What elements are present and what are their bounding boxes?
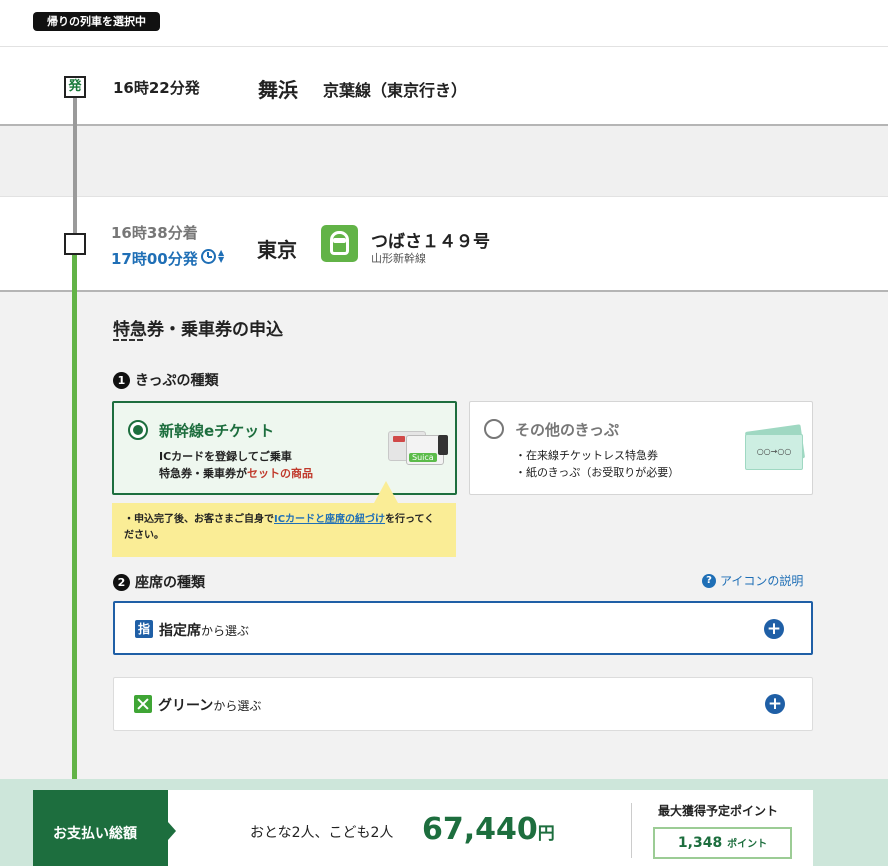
step1-label: 1 きっぷの種類 <box>113 370 218 390</box>
other-ticket-radio[interactable] <box>484 419 504 439</box>
other-ticket-desc-2: ・紙のきっぷ（お受取りが必要） <box>515 466 680 479</box>
transfer-marker <box>64 233 86 255</box>
step2-label: 2 座席の種類 <box>113 572 205 592</box>
paper-ticket-icon: ○○→○○ <box>743 424 806 472</box>
payment-total-label: お支払い総額 <box>33 790 176 866</box>
eticket-notice: ・申込完了後、お客さまご自身でICカードと座席の紐づけを行ってください。 <box>112 481 456 557</box>
reserved-seat-label: 指定席から選ぶ <box>159 623 250 639</box>
reserved-seat-icon: 指 <box>135 620 153 638</box>
arrival-time: 16時38分着 <box>111 224 198 242</box>
ic-link[interactable]: ICカードと座席の紐づけ <box>274 514 385 525</box>
return-train-badge: 帰りの列車を選択中 <box>33 12 160 31</box>
departure-marker: 発 <box>64 76 86 98</box>
eticket-desc-2: 特急券・乗車券がセットの商品 <box>159 467 313 480</box>
section-title: 特急券・乗車券の申込 <box>113 320 283 340</box>
green-car-icon <box>134 695 152 713</box>
transfer-gap <box>0 126 888 196</box>
step2-number: 2 <box>113 573 130 591</box>
points-value: 1,348 ポイント <box>653 827 792 859</box>
eticket-option-card[interactable]: 新幹線eチケット ICカードを登録してご乗車 特急券・乗車券がセットの商品 Su… <box>112 401 457 495</box>
header-strip: 帰りの列車を選択中 <box>0 0 888 46</box>
eticket-desc-1: ICカードを登録してご乗車 <box>159 450 292 463</box>
departure-station: 舞浜 <box>258 78 298 102</box>
reserved-seat-option[interactable]: 指 指定席から選ぶ + <box>113 601 813 655</box>
expand-green-car-button[interactable]: + <box>765 694 785 714</box>
step1-number: 1 <box>113 371 130 389</box>
train-type: 山形新幹線 <box>371 252 426 265</box>
departure-line: 京葉線（東京行き） <box>323 81 468 100</box>
other-ticket-desc-1: ・在来線チケットレス特急券 <box>515 449 658 462</box>
connection-departure-time[interactable]: 17時00分発 <box>111 248 198 269</box>
shinkansen-train-icon <box>321 225 358 262</box>
other-ticket-option-card[interactable]: その他のきっぷ ・在来線チケットレス特急券 ・紙のきっぷ（お受取りが必要） ○○… <box>469 401 813 495</box>
arrival-station: 東京 <box>257 238 297 262</box>
icon-help-text: アイコンの説明 <box>720 574 804 588</box>
eticket-title: 新幹線eチケット <box>159 422 275 440</box>
departure-time: 16時22分発 <box>113 79 200 97</box>
total-price: 67,440円 <box>422 812 555 847</box>
clock-icon[interactable] <box>201 249 216 264</box>
title-underline <box>113 339 143 341</box>
step1-text: きっぷの種類 <box>135 373 219 389</box>
ic-card-icon: Suica <box>386 425 450 467</box>
footer-divider <box>631 803 632 858</box>
passenger-summary: おとな2人、こども2人 <box>250 825 394 841</box>
step2-text: 座席の種類 <box>135 575 205 591</box>
route-line-shinkansen <box>72 252 77 797</box>
icon-help-link[interactable]: ? アイコンの説明 <box>702 572 803 589</box>
green-car-label: グリーンから選ぶ <box>158 698 262 714</box>
route-line-local <box>73 96 77 236</box>
chevron-updown-icon[interactable]: ▲ ▼ <box>218 249 224 264</box>
question-icon: ? <box>702 573 716 588</box>
other-ticket-title: その他のきっぷ <box>515 421 619 439</box>
expand-reserved-seat-button[interactable]: + <box>764 619 784 639</box>
green-car-option[interactable]: グリーンから選ぶ + <box>113 677 813 731</box>
train-name: つばさ１４９号 <box>371 232 490 252</box>
points-title: 最大獲得予定ポイント <box>658 804 779 818</box>
eticket-radio[interactable] <box>128 420 148 440</box>
